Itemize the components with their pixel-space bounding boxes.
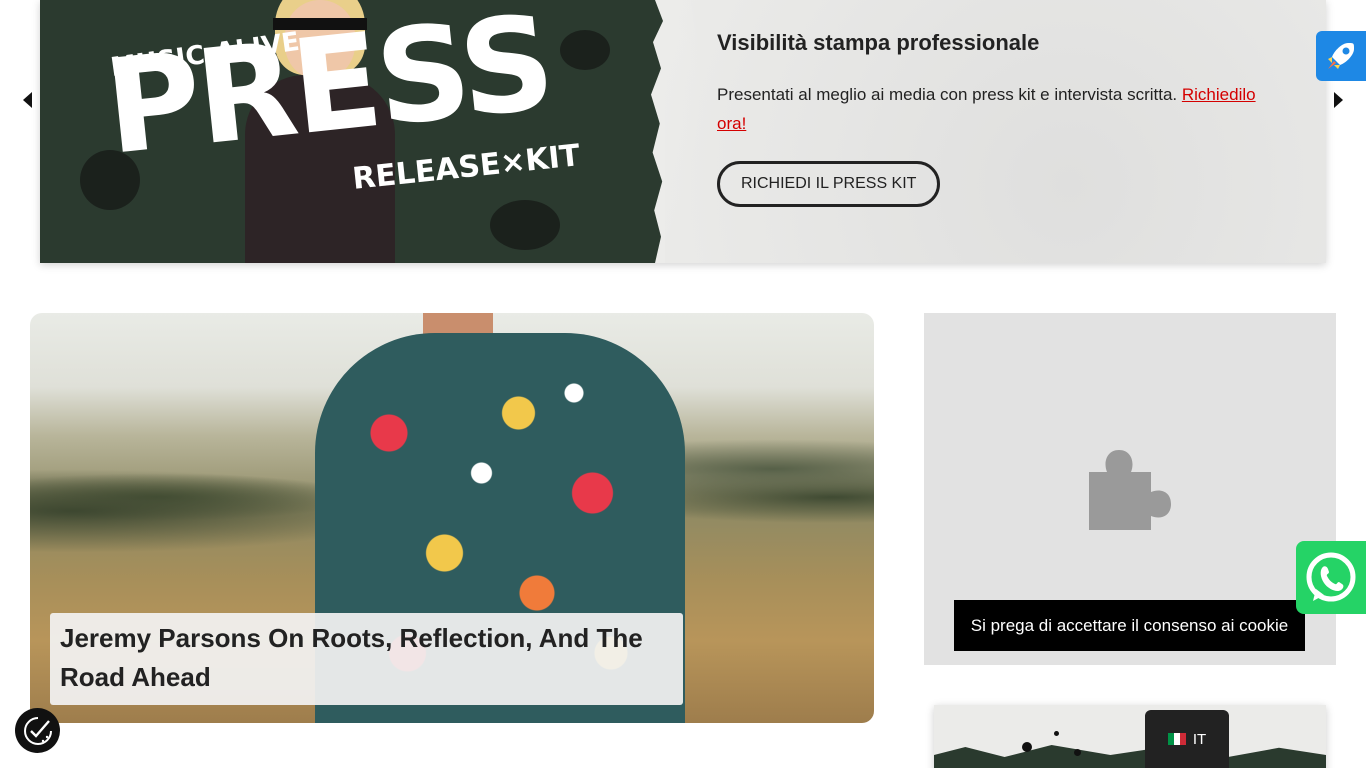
rocket-button[interactable] <box>1316 31 1366 81</box>
sidebar-banner-art <box>934 745 1326 768</box>
accept-cookies-button[interactable]: Si prega di accettare il consenso ai coo… <box>954 600 1305 651</box>
press-kit-banner-image[interactable]: MUSIC-ALIVE PRESS RELEASE×KIT <box>40 0 665 263</box>
puzzle-icon <box>1089 450 1171 530</box>
slide-content: Visibilità stampa professionale Presenta… <box>717 30 1277 207</box>
italy-flag-icon <box>1167 733 1186 745</box>
slide-description: Presentati al meglio ai media con press … <box>717 80 1277 138</box>
article-title[interactable]: Jeremy Parsons On Roots, Reflection, And… <box>50 613 683 705</box>
language-code: IT <box>1192 730 1207 748</box>
hero-slider: MUSIC-ALIVE PRESS RELEASE×KIT Visibilità… <box>40 0 1326 263</box>
featured-article-card[interactable]: Jeremy Parsons On Roots, Reflection, And… <box>30 313 874 723</box>
privacy-check-icon <box>23 716 52 745</box>
rocket-icon <box>1328 43 1354 69</box>
privacy-settings-button[interactable] <box>15 708 60 753</box>
slide-title: Visibilità stampa professionale <box>717 30 1040 55</box>
slide-description-text: Presentati al meglio ai media con press … <box>717 85 1178 104</box>
page: MUSIC-ALIVE PRESS RELEASE×KIT Visibilità… <box>0 0 1366 768</box>
sidebar-banner[interactable] <box>934 705 1326 768</box>
whatsapp-button[interactable] <box>1296 541 1366 614</box>
chevron-left-icon[interactable] <box>23 92 32 108</box>
cookie-consent-placeholder: Si prega di accettare il consenso ai coo… <box>924 313 1336 665</box>
chevron-right-icon[interactable] <box>1334 92 1343 108</box>
whatsapp-icon <box>1306 552 1356 601</box>
language-switcher[interactable]: IT <box>1145 710 1229 768</box>
request-press-kit-button[interactable]: RICHIEDI IL PRESS KIT <box>717 161 941 207</box>
torn-edge <box>651 0 665 263</box>
